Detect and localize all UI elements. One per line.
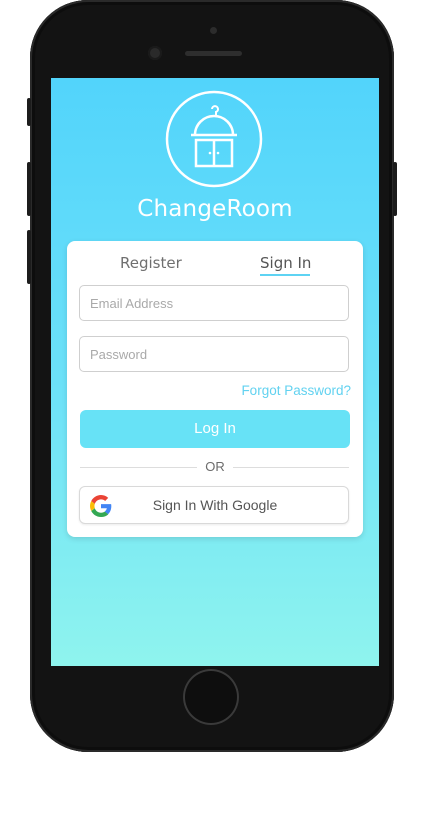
auth-card: Register Sign In Forgot Password? Log In… (67, 241, 363, 537)
mute-switch (27, 98, 31, 126)
tab-sign-in[interactable]: Sign In (260, 254, 311, 272)
app-title: ChangeRoom (137, 196, 293, 222)
forgot-password-link[interactable]: Forgot Password? (241, 383, 351, 398)
divider-right (233, 467, 349, 468)
tab-register[interactable]: Register (120, 254, 182, 272)
email-field[interactable] (79, 285, 349, 321)
power-button (393, 162, 397, 216)
google-sign-in-button[interactable]: Sign In With Google (79, 486, 349, 524)
app-screen: ChangeRoom Register Sign In Forgot Passw… (51, 78, 379, 666)
volume-down-button (27, 230, 31, 284)
google-sign-in-label: Sign In With Google (152, 497, 278, 513)
login-button[interactable]: Log In (80, 410, 350, 448)
volume-up-button (27, 162, 31, 216)
proximity-sensor (210, 27, 217, 34)
wardrobe-icon (165, 90, 263, 188)
front-camera (148, 46, 162, 60)
active-tab-indicator (260, 274, 310, 276)
earpiece-speaker (185, 51, 242, 56)
home-button[interactable] (183, 669, 239, 725)
password-field[interactable] (79, 336, 349, 372)
